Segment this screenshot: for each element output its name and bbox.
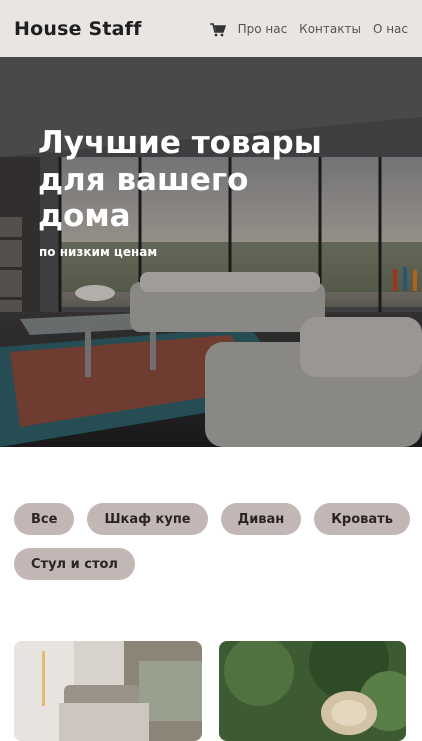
filter-all[interactable]: Все xyxy=(14,503,75,535)
hero-subtitle: по низким ценам xyxy=(39,245,158,259)
site-logo[interactable]: House Staff xyxy=(14,18,142,40)
nav-link-about-us[interactable]: Про нас xyxy=(238,22,288,36)
filter-chair-and-table[interactable]: Стул и стол xyxy=(14,548,135,580)
hero-title: Лучшие товары для вашего дома xyxy=(38,125,322,235)
filter-wardrobe[interactable]: Шкаф купе xyxy=(87,503,208,535)
product-card-bedroom[interactable] xyxy=(14,641,202,741)
nav-link-about[interactable]: О нас xyxy=(373,22,408,36)
garden-chair-image xyxy=(219,641,406,741)
product-card-garden[interactable] xyxy=(219,641,406,741)
main-nav: Про нас Контакты О нас xyxy=(209,22,408,36)
site-header: House Staff Про нас Контакты О нас xyxy=(0,0,422,57)
category-filters: Все Шкаф купе Диван Кровать Стул и стол xyxy=(14,503,414,580)
hero-banner: Лучшие товары для вашего дома по низким … xyxy=(0,57,422,447)
bedroom-image xyxy=(14,641,202,741)
cart-icon[interactable] xyxy=(209,22,226,36)
filter-bed[interactable]: Кровать xyxy=(314,503,410,535)
nav-link-contacts[interactable]: Контакты xyxy=(299,22,361,36)
filter-sofa[interactable]: Диван xyxy=(220,503,302,535)
